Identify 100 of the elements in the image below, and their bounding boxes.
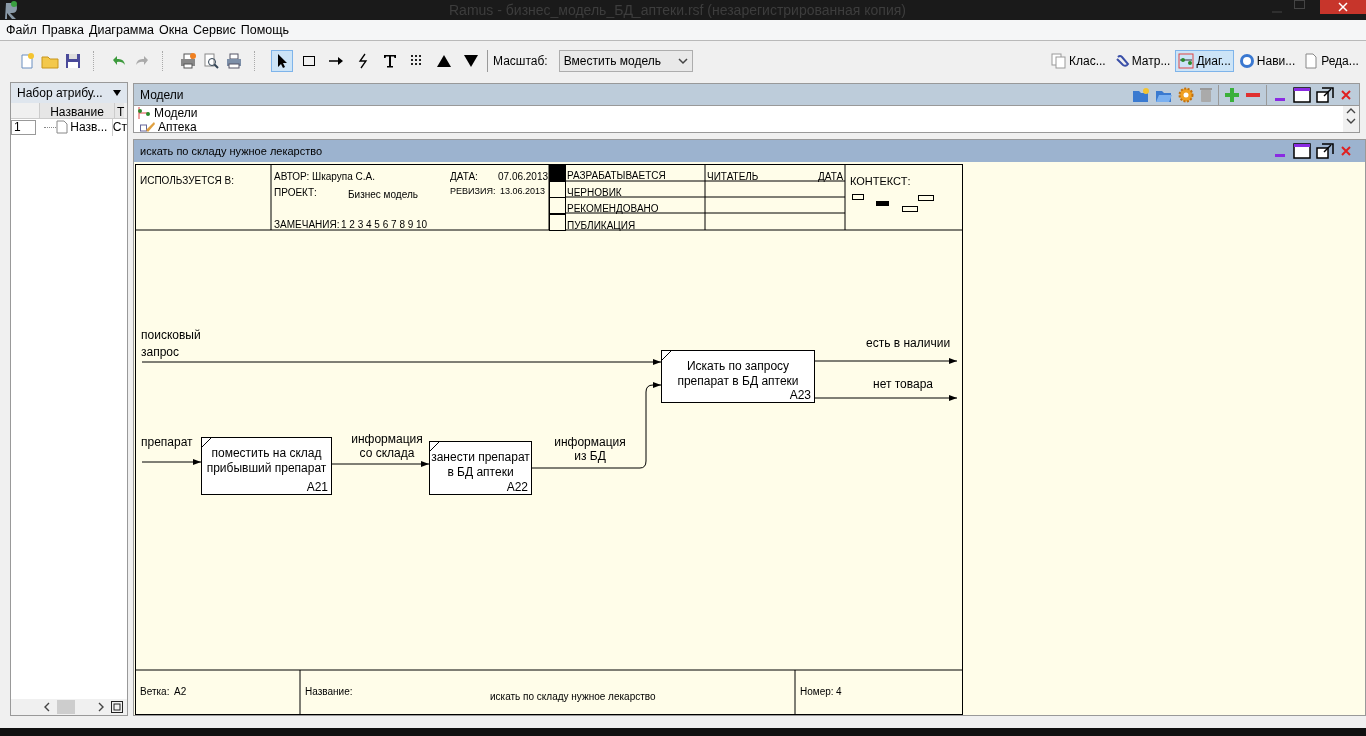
arrow-label: есть в наличии (866, 335, 951, 352)
activity-number: A21 (306, 480, 328, 494)
view-tab[interactable]: Реда... (1300, 50, 1362, 72)
footer-label: Название: (305, 685, 353, 699)
arrow-label: нет товара (873, 376, 934, 393)
diagram-icon (1178, 53, 1195, 69)
close-icon[interactable] (1338, 2, 1348, 12)
maximize-icon[interactable] (1293, 86, 1311, 103)
scroll-up-icon[interactable] (1346, 106, 1356, 116)
header-label: ДАТА: (450, 170, 478, 184)
globe-icon (1238, 53, 1255, 69)
activity-number: A22 (506, 480, 528, 494)
scroll-left-icon[interactable] (43, 702, 51, 712)
diagram-icon (136, 106, 152, 120)
restore-icon[interactable] (1316, 143, 1334, 159)
footer-value: искать по складу нужное лекарство (490, 690, 656, 704)
menu-item[interactable]: Помощь (238, 20, 292, 40)
arrow-line (141, 459, 202, 465)
footer-value: A2 (174, 685, 187, 699)
gear-icon[interactable] (1178, 86, 1194, 103)
app-logo-icon (4, 1, 18, 19)
chevron-down-icon (677, 57, 688, 65)
close-button[interactable] (1320, 0, 1366, 14)
scale-label: Масштаб: (493, 53, 548, 70)
activity-box[interactable]: Искать по запросу препарат в БД аптеки A23 (661, 350, 815, 403)
maximize-icon[interactable] (1293, 143, 1311, 159)
activity-name: поместить на склад прибывший препарат (205, 446, 328, 476)
view-tab[interactable]: Клас... (1048, 50, 1109, 72)
header-value: Шкарупа С.А. (312, 170, 375, 184)
scroll-down-icon[interactable] (1346, 116, 1356, 126)
vertical-scrollbar[interactable] (1343, 106, 1359, 132)
new-folder-icon[interactable] (1132, 86, 1150, 103)
pointer-icon (275, 53, 289, 69)
magnifier-icon[interactable] (202, 52, 220, 70)
printer-icon[interactable] (225, 52, 243, 70)
menu-item[interactable]: Правка (39, 20, 86, 40)
tool-button[interactable] (271, 50, 293, 72)
footer-label: Ветка: (140, 685, 170, 699)
view-tab[interactable]: Нави... (1235, 50, 1299, 72)
header-value: 1 2 3 4 5 6 7 8 9 10 (341, 218, 428, 232)
text-tool-icon (382, 53, 398, 69)
header-value: 07.06.2013 (498, 170, 549, 184)
header-value: 13.06.2013 (500, 185, 546, 198)
dot-grid-icon (410, 54, 424, 68)
panel-title: Модели (140, 86, 184, 104)
corner-diagonal-icon (430, 442, 439, 451)
arrow-icon (328, 54, 344, 68)
header-label: КОНТЕКСТ: (850, 174, 911, 189)
pages-icon (1051, 53, 1067, 69)
menu-item[interactable]: Диаграмма (86, 20, 156, 40)
status-label: ЧЕРНОВИК (567, 185, 622, 200)
menu-item[interactable]: Файл (4, 20, 39, 40)
triangle-down-icon (464, 54, 478, 68)
header-label: ИСПОЛЬЗУЕТСЯ В: (140, 174, 234, 188)
arrow-label: информация из БД (553, 435, 627, 463)
scroll-thumb[interactable] (57, 700, 75, 714)
arrow-label: поисковый запрос (141, 327, 202, 361)
header-label: ПРОЕКТ: (274, 186, 317, 200)
status-label: ПУБЛИКАЦИЯ (567, 218, 636, 233)
table-cell-text: Назв... (70, 119, 108, 136)
attribute-set-dropdown[interactable]: Набор атрибу... (11, 83, 127, 103)
menu-item[interactable]: Окна (157, 20, 191, 40)
activity-box[interactable]: занести препарат в БД аптеки A22 (429, 441, 532, 495)
corner-diagonal-icon (202, 438, 211, 447)
activity-name: занести препарат в БД аптеки (430, 450, 531, 480)
triangle-up-icon (437, 54, 451, 68)
horizontal-scrollbar[interactable] (11, 699, 127, 715)
scroll-right-icon[interactable] (97, 702, 105, 712)
scale-dropdown[interactable]: Вместить модель (558, 50, 693, 72)
document-icon (1303, 53, 1320, 69)
arrow-label: информация со склада (350, 432, 424, 460)
header-label: ЗАМЕЧАНИЯ: (274, 218, 340, 232)
paperclip-icon (1113, 53, 1130, 69)
activity-number: A23 (789, 388, 811, 402)
column-header[interactable]: Название (39, 103, 115, 118)
header-label: АВТОР: (274, 170, 310, 184)
tree-item[interactable]: Модели (154, 106, 198, 120)
rectangle-icon (302, 54, 316, 68)
column-header[interactable]: Т (115, 103, 125, 118)
activity-box[interactable]: поместить на склад прибывший препарат A21 (201, 437, 332, 495)
status-label: РЕКОМЕНДОВАНО (567, 202, 659, 216)
caret-down-icon (113, 90, 121, 96)
arrow-label: препарат (141, 434, 193, 451)
tree-item[interactable]: Аптека (158, 120, 197, 132)
header-value: Бизнес модель (348, 188, 418, 202)
table-cell: Ст (111, 118, 127, 136)
menu-item[interactable]: Сервис (191, 20, 238, 40)
footer-label: Номер: (800, 685, 834, 699)
view-tab[interactable]: Диаг... (1175, 50, 1234, 72)
diagram-window-title: искать по складу нужное лекарство (140, 143, 323, 159)
lightning-icon (356, 53, 370, 69)
view-tab[interactable]: Матр... (1110, 50, 1174, 72)
status-label: РАЗРАБАТЫВАЕТСЯ (567, 169, 666, 183)
corner-diagonal-icon (662, 351, 671, 360)
floppy-icon[interactable] (64, 52, 82, 70)
activity-name: Искать по запросу препарат в БД аптеки (676, 359, 800, 389)
corner-icon[interactable] (111, 701, 123, 713)
header-label: РЕВИЗИЯ: (450, 185, 496, 198)
restore-icon[interactable] (1316, 86, 1334, 103)
printer-icon[interactable] (179, 52, 197, 70)
